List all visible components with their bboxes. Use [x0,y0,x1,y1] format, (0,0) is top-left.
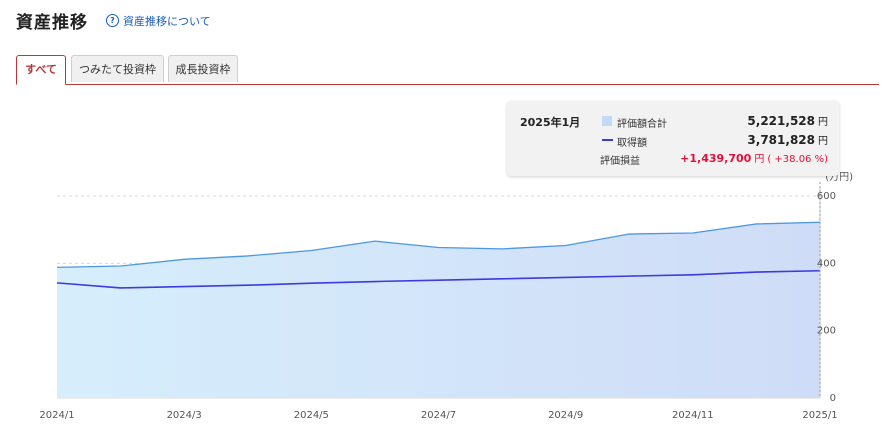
tooltip-cost-value: 3,781,828 円 [747,132,828,147]
tooltip-valuation-number: 5,221,528 [747,114,815,128]
tooltip-date: 2025年1月 [520,116,581,129]
asset-chart: 0200400600(万円)2024/1 2024/3 2024/5 2024/7 20… [39,172,853,421]
tooltip-valuation-unit: 円 [818,117,828,128]
tooltip-gain-pct: ( +38.06 %) [767,154,828,165]
cost-legend-swatch [602,139,613,141]
chart-tooltip: 2025年1月 評価額合計 5,221,528 円 取得額 3,781,828 円 … [507,101,839,176]
tooltip-gain-label: 評価損益 [600,156,640,167]
valuation-legend-swatch [602,116,612,126]
tooltip-valuation-label: 評価額合計 [617,119,667,130]
x-tick-label: 2024/11 [672,410,714,421]
tooltip-gain-value: +1,439,700 円( +38.06 %) [680,150,828,165]
x-tick-label: 2024/5 [294,410,329,421]
x-tick-label: 2024/9 [548,410,583,421]
tooltip-valuation-row: 評価額合計 5,221,528 円 [600,113,828,130]
tooltip-cost-label: 取得額 [617,138,647,149]
x-tick-label: 2024/1 [39,410,74,421]
y-tick-label: 200 [817,326,836,337]
tooltip-cost-number: 3,781,828 [747,133,815,147]
x-tick-label: 2025/1 [802,410,837,421]
tooltip-cost-row: 取得額 3,781,828 円 [600,132,828,149]
valuation-area-fill [57,222,820,398]
tooltip-gain-row: 評価損益 +1,439,700 円( +38.06 %) [600,150,828,167]
x-tick-label: 2024/7 [421,410,456,421]
tooltip-cost-unit: 円 [818,136,828,147]
tooltip-gain-unit: 円 [754,154,765,165]
x-tick-label: 2024/3 [167,410,202,421]
y-tick-label: 400 [817,258,836,269]
tooltip-valuation-value: 5,221,528 円 [747,113,828,128]
y-tick-label: 0 [830,393,836,404]
tooltip-gain-number: +1,439,700 [680,152,752,165]
y-tick-label: 600 [817,191,836,202]
